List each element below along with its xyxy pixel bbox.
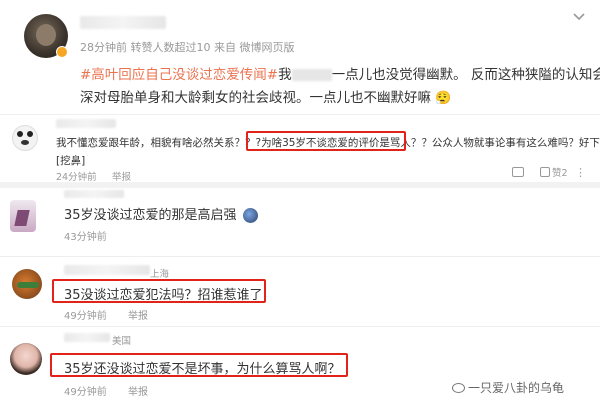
chevron-down-icon [573,13,585,21]
commenter-name[interactable] [56,119,116,128]
commenter-avatar[interactable] [12,125,38,151]
like-button[interactable]: 赞2 [540,165,568,179]
reply-2-location: 上海 [150,269,170,280]
hashtag-link[interactable]: #高叶回应自己没谈过恋爱传闻# [80,67,278,83]
highlight-box [246,131,406,151]
replier-1-name[interactable] [64,190,124,198]
weibo-logo-icon [452,382,465,393]
reply-icon[interactable] [512,167,524,177]
reply-2: 上海 35没谈过恋爱犯法吗？招谁惹谁了 49分钟前 举报 [0,256,600,326]
replier-1-avatar[interactable] [10,200,36,232]
post-body-line2: 深对母胎单身和大龄剩女的社会歧视。一点儿也不幽默好嘛 😮‍💨 [80,90,452,106]
reply-1-text: 35岁没谈过恋爱的那是高启强 [64,204,258,223]
reply-2-report[interactable]: 举报 [128,307,148,322]
reply-3: 美国 35岁还没谈过恋爱不是坏事，为什么算骂人啊？ 49分钟前 举报 一只爱八卦… [0,326,600,400]
post-body-part1: 我 [278,67,292,83]
reply-2-time: 49分钟前 [64,311,107,322]
comment-1-line2: [挖鼻] [56,155,86,167]
highlight-box-2 [52,279,266,303]
comment-1: 我不懂恋爱跟年龄，相貌有啥必然关系？？?为啥35岁不谈恋爱的评价是骂人？？公众人… [0,114,600,182]
replier-2-avatar[interactable] [12,269,42,299]
post-menu-button[interactable] [572,7,588,21]
thumbs-up-icon [540,167,550,177]
like-count: 赞2 [552,168,568,179]
original-post: 28分钟前 转赞人数超过10 来自 微博网页版 #高叶回应自己没谈过恋爱传闻#我… [0,0,600,114]
reply-1: 35岁没谈过恋爱的那是高启强 43分钟前 [0,182,600,256]
reply-3-time: 49分钟前 [64,387,107,398]
watermark-text: 一只爱八卦的乌龟 [468,381,565,395]
replier-3-avatar[interactable] [10,343,42,375]
watermark: 一只爱八卦的乌龟 [452,379,564,396]
replier-2-name[interactable] [64,265,150,275]
post-body-part2: 一点儿也没觉得幽默。 反而这种狭隘的认知会加 [331,67,600,83]
shark-emoji-icon [242,208,258,223]
post-body-line1: #高叶回应自己没谈过恋爱传闻#我 一点儿也没觉得幽默。 反而这种狭隘的认知会加 [80,63,600,83]
report-link[interactable]: 举报 [112,169,131,182]
blurred-mention [291,69,332,81]
replier-3-name[interactable] [64,333,110,342]
comment-time: 24分钟前 [56,172,97,182]
post-author-name[interactable] [80,16,166,29]
more-menu-icon[interactable]: ⋮ [575,166,586,179]
highlight-box-3 [50,353,348,377]
sigh-emoji-icon: 😮‍💨 [435,91,452,106]
reply-3-location: 美国 [112,336,132,347]
post-meta: 28分钟前 转赞人数超过10 来自 微博网页版 [80,41,295,54]
reply-1-time: 43分钟前 [64,232,107,243]
reply-3-report[interactable]: 举报 [128,383,148,398]
verified-badge-icon [56,46,68,58]
